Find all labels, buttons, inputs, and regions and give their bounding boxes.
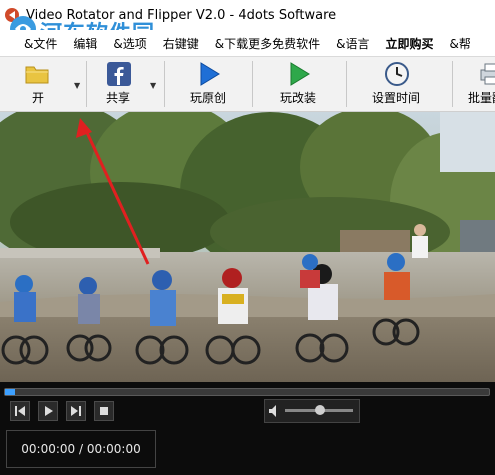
play-modified-label: 玩改装 [280,91,317,105]
set-time-label: 设置时间 [372,91,421,105]
play-modified-button[interactable]: 玩改装 [254,57,344,111]
share-dropdown-arrow-icon[interactable]: ▼ [150,81,156,90]
speaker-icon[interactable] [267,403,283,419]
printer-icon [480,63,495,85]
clock-icon [385,62,409,86]
menu-language[interactable]: &语言 [328,35,377,52]
skip-back-icon [15,406,25,416]
open-label: 开 [32,91,45,105]
toolbar-separator [86,61,87,107]
open-dropdown-arrow-icon[interactable]: ▼ [74,81,80,90]
seek-bar[interactable] [4,388,490,396]
open-button[interactable]: 开 ▼ [0,57,84,111]
volume-slider[interactable] [285,405,353,415]
title-bar: Video Rotator and Flipper V2.0 - 4dots S… [0,0,495,30]
menu-file[interactable]: &文件 [0,35,65,52]
time-display: 00:00:00 / 00:00:00 [6,430,156,468]
menu-buy-now[interactable]: 立即购买 [377,35,441,52]
menu-edit[interactable]: 编辑 [65,35,105,52]
app-icon [5,8,19,22]
toolbar-separator [346,61,347,107]
play-icon [45,406,53,416]
volume-knob[interactable] [315,405,326,415]
rider-6 [300,254,320,288]
spectator [412,224,428,258]
stop-icon [100,407,108,415]
player-controls: 00:00:00 / 00:00:00 [0,382,495,475]
toolbar: 开 ▼ 共享 ▼ 玩原创 玩改装 设置时间 批量 [0,56,495,112]
menu-options[interactable]: &选项 [105,35,154,52]
skip-back-button[interactable] [10,401,30,421]
batch-label: 批量翻 [468,91,495,105]
play-original-label: 玩原创 [190,91,227,105]
play-green-icon [290,62,310,86]
toolbar-separator [252,61,253,107]
video-frame [0,112,495,382]
toolbar-separator [164,61,165,107]
skip-forward-button[interactable] [66,401,86,421]
menu-bar: &文件 编辑 &选项 右键键 &下载更多免费软件 &语言 立即购买 &帮 [0,30,495,56]
menu-right-click[interactable]: 右键键 [155,35,207,52]
volume-control [264,399,360,423]
play-original-button[interactable]: 玩原创 [166,57,250,111]
set-time-button[interactable]: 设置时间 [348,57,446,111]
share-button[interactable]: 共享 ▼ [88,57,162,111]
skip-forward-icon [71,406,81,416]
batch-button[interactable]: 批量翻 [456,57,495,111]
play-button[interactable] [38,401,58,421]
facebook-icon [107,62,131,86]
seek-progress [5,389,15,395]
stop-button[interactable] [94,401,114,421]
play-blue-icon [200,62,220,86]
share-label: 共享 [106,91,131,105]
window-title: Video Rotator and Flipper V2.0 - 4dots S… [26,7,337,23]
menu-download-more[interactable]: &下载更多免费软件 [207,35,328,52]
video-preview[interactable] [0,112,495,382]
toolbar-separator [452,61,453,107]
folder-icon [25,66,49,84]
menu-help[interactable]: &帮 [441,35,478,52]
